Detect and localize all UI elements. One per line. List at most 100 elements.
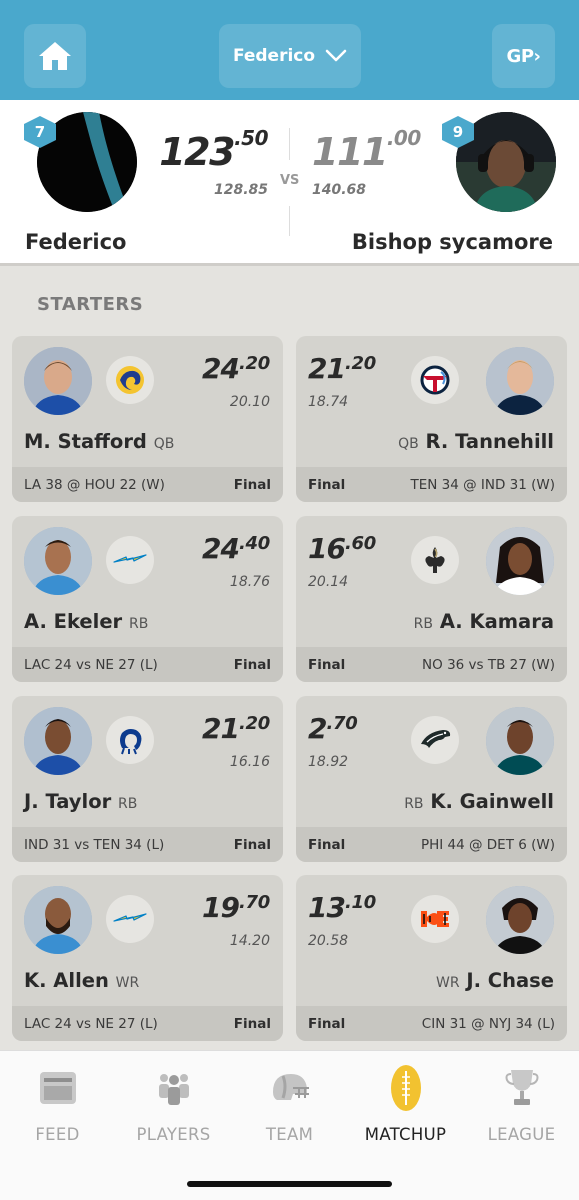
player-photo [486,707,554,775]
team-name-left: Federico [25,230,127,254]
player-photo [24,347,92,415]
player-card[interactable]: 13.10 20.58 WR J. Chase Final CIN 31 @ N… [296,875,567,1041]
trophy-icon [505,1063,539,1113]
game-status: Final [308,656,346,673]
section-label: STARTERS [37,294,144,315]
football-icon [389,1063,423,1113]
game-footer: Final CIN 31 @ NYJ 34 (L) [296,1006,567,1041]
team-logo-saints [411,536,459,584]
player-position: RB [404,796,424,812]
home-button[interactable] [24,24,86,88]
game-result: LAC 24 vs NE 27 (L) [24,656,158,673]
player-photo [24,527,92,595]
nav-label: FEED [35,1125,80,1144]
divider [289,128,290,160]
game-status: Final [233,836,271,853]
player-photo [486,886,554,954]
home-indicator [187,1181,392,1187]
player-score: 2.70 [308,712,358,745]
player-photo [486,527,554,595]
gp-label: GP› [506,45,541,67]
nav-item-players[interactable]: PLAYERS [116,1051,231,1161]
game-result: CIN 31 @ NYJ 34 (L) [421,1015,555,1032]
projected-left: 128.85 [213,182,268,198]
game-result: LAC 24 vs NE 27 (L) [24,1015,158,1032]
player-photo [24,707,92,775]
player-projected: 18.76 [229,574,270,590]
player-name: M. Stafford QB [24,430,175,453]
game-footer: Final NO 36 vs TB 27 (W) [296,647,567,682]
projected-right: 140.68 [312,182,367,198]
team-logo-rams [106,356,154,404]
nav-item-matchup[interactable]: MATCHUP [348,1051,463,1161]
helmet-icon [269,1063,311,1113]
player-score: 24.20 [202,352,270,385]
feed-icon [38,1063,78,1113]
team-logo-bengals [411,895,459,943]
player-position: RB [413,616,434,632]
player-position: RB [128,616,149,632]
vs-label: VS [280,173,300,188]
game-result: TEN 34 @ IND 31 (W) [410,476,555,493]
player-card[interactable]: 24.40 18.76 A. Ekeler RB LAC 24 vs NE 27… [12,516,283,682]
player-photo [486,347,554,415]
player-name: QB R. Tannehill [398,430,554,453]
game-status: Final [308,836,346,853]
player-position: RB [118,796,138,812]
game-status: Final [233,656,271,673]
player-projected: 16.16 [229,754,270,770]
team-logo-colts [106,716,154,764]
player-name: RB K. Gainwell [404,790,554,813]
player-name: J. Taylor RB [24,790,138,813]
nav-item-league[interactable]: LEAGUE [464,1051,579,1161]
player-score: 19.70 [202,891,270,924]
player-score: 24.40 [202,532,270,565]
nav-label: TEAM [265,1125,314,1144]
home-icon [39,42,71,70]
player-card[interactable]: 2.70 18.92 RB K. Gainwell Final PHI 44 @… [296,696,567,862]
player-score: 21.20 [202,712,270,745]
game-footer: LA 38 @ HOU 22 (W) Final [12,467,283,502]
player-projected: 20.14 [308,574,349,590]
nav-label: PLAYERS [136,1125,211,1144]
player-position: WR [435,975,460,991]
gp-button[interactable]: GP› [492,24,555,88]
player-position: WR [115,975,140,991]
matchup-score-header: 7 123.50 128.85 VS 111.00 140.68 9 Feder… [0,100,579,266]
team-selector-label: Federico [232,46,316,66]
game-result: IND 31 vs TEN 34 (L) [24,836,165,853]
player-projected: 18.74 [308,394,349,410]
team-logo-eagles [411,716,459,764]
divider [289,206,290,236]
player-projected: 20.10 [229,394,270,410]
player-score: 16.60 [308,532,376,565]
player-name: A. Ekeler RB [24,610,149,633]
player-projected: 18.92 [308,754,349,770]
nav-label: MATCHUP [364,1125,447,1144]
team-logo-chargers [106,536,154,584]
player-card[interactable]: 24.20 20.10 M. Stafford QB LA 38 @ HOU 2… [12,336,283,502]
nav-item-feed[interactable]: FEED [0,1051,115,1161]
chevron-down-icon [325,49,347,62]
player-name: RB A. Kamara [413,610,554,633]
score-left: 123.50 [159,126,268,174]
team-selector-button[interactable]: Federico [219,24,361,88]
player-card[interactable]: 21.20 16.16 J. Taylor RB IND 31 vs TEN 3… [12,696,283,862]
game-status: Final [308,1015,346,1032]
top-bar: Federico GP› [0,0,579,100]
game-result: NO 36 vs TB 27 (W) [422,656,555,673]
player-score: 21.20 [308,352,376,385]
nav-item-team[interactable]: TEAM [232,1051,347,1161]
bottom-nav: FEED PLAYERS TEAM MATCHUP LEAGUE [0,1050,579,1200]
game-footer: LAC 24 vs NE 27 (L) Final [12,647,283,682]
player-card[interactable]: 21.20 18.74 QB R. Tannehill Final TEN 34… [296,336,567,502]
player-card[interactable]: 16.60 20.14 RB A. Kamara Final NO 36 vs … [296,516,567,682]
player-card[interactable]: 19.70 14.20 K. Allen WR LAC 24 vs NE 27 … [12,875,283,1041]
player-name: K. Allen WR [24,969,140,992]
game-status: Final [233,476,271,493]
player-name: WR J. Chase [435,969,554,992]
game-footer: IND 31 vs TEN 34 (L) Final [12,827,283,862]
nav-label: LEAGUE [487,1125,556,1144]
game-result: LA 38 @ HOU 22 (W) [24,476,165,493]
game-status: Final [233,1015,271,1032]
